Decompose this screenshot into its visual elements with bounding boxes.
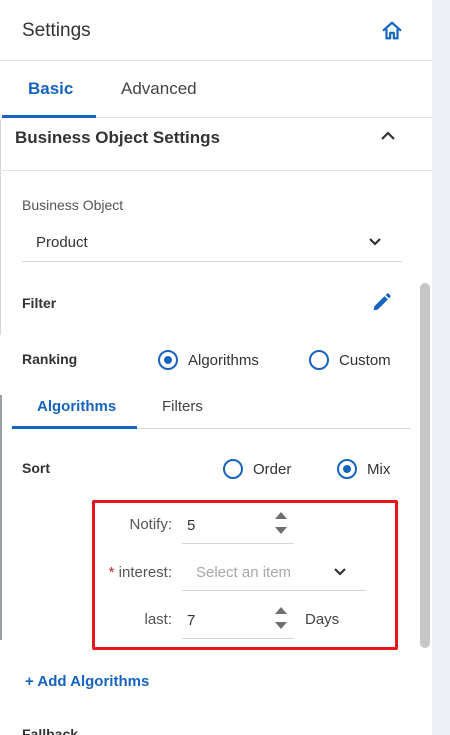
notify-stepper[interactable]: 5 — [182, 507, 294, 544]
tab-basic[interactable]: Basic — [28, 79, 73, 99]
last-unit: Days — [305, 611, 340, 628]
business-object-value: Product — [36, 234, 88, 251]
last-label: last: — [144, 611, 172, 628]
ranking-algorithms-label[interactable]: Algorithms — [188, 352, 259, 369]
chevron-up-icon[interactable] — [379, 130, 397, 142]
required-marker: * — [108, 564, 115, 581]
sort-order-radio[interactable] — [223, 459, 243, 479]
subtab-filters[interactable]: Filters — [162, 398, 203, 415]
increment-icon[interactable] — [275, 607, 287, 614]
last-value: 7 — [187, 612, 196, 629]
sort-mix-radio[interactable] — [337, 459, 357, 479]
interest-label: * interest: — [52, 564, 172, 581]
business-object-label: Business Object — [22, 197, 124, 213]
settings-panel: Settings Basic Advanced Business Object … — [0, 0, 432, 735]
section-title: Business Object Settings — [15, 128, 220, 147]
ranking-subtabs: Algorithms Filters — [12, 392, 410, 429]
window-backdrop — [432, 0, 450, 735]
business-object-settings-header[interactable]: Business Object Settings — [0, 118, 432, 171]
sort-mix-label[interactable]: Mix — [367, 461, 390, 478]
tab-advanced[interactable]: Advanced — [121, 79, 197, 99]
page-title: Settings — [22, 20, 91, 41]
panel-edge — [0, 395, 2, 640]
pencil-icon[interactable] — [371, 292, 392, 313]
scrollbar-thumb[interactable] — [420, 283, 430, 648]
ranking-label: Ranking — [22, 351, 78, 367]
interest-placeholder: Select an item — [196, 564, 292, 581]
increment-icon[interactable] — [275, 512, 287, 519]
ranking-custom-label[interactable]: Custom — [339, 352, 391, 369]
chevron-down-icon — [369, 238, 381, 246]
add-algorithms-link[interactable]: + Add Algorithms — [25, 673, 149, 690]
notify-label: Notify: — [129, 516, 172, 533]
notify-value: 5 — [187, 517, 196, 534]
settings-tabs: Basic Advanced — [0, 61, 432, 118]
business-object-select[interactable]: Product — [22, 224, 402, 262]
ranking-custom-radio[interactable] — [309, 350, 329, 370]
decrement-icon[interactable] — [275, 622, 287, 629]
decrement-icon[interactable] — [275, 527, 287, 534]
sort-order-label[interactable]: Order — [253, 461, 291, 478]
fallback-label: Fallback — [22, 726, 79, 735]
chevron-down-icon — [334, 568, 346, 576]
last-stepper[interactable]: 7 — [182, 602, 294, 639]
interest-select[interactable]: Select an item — [182, 554, 366, 591]
filter-label: Filter — [22, 295, 57, 311]
home-icon[interactable] — [381, 20, 403, 42]
panel-header: Settings — [0, 0, 432, 61]
ranking-algorithms-radio[interactable] — [158, 350, 178, 370]
interest-label-text: interest: — [118, 564, 172, 581]
active-subtab-indicator — [12, 426, 137, 429]
sort-label: Sort — [22, 460, 50, 476]
subtab-algorithms[interactable]: Algorithms — [37, 398, 116, 415]
